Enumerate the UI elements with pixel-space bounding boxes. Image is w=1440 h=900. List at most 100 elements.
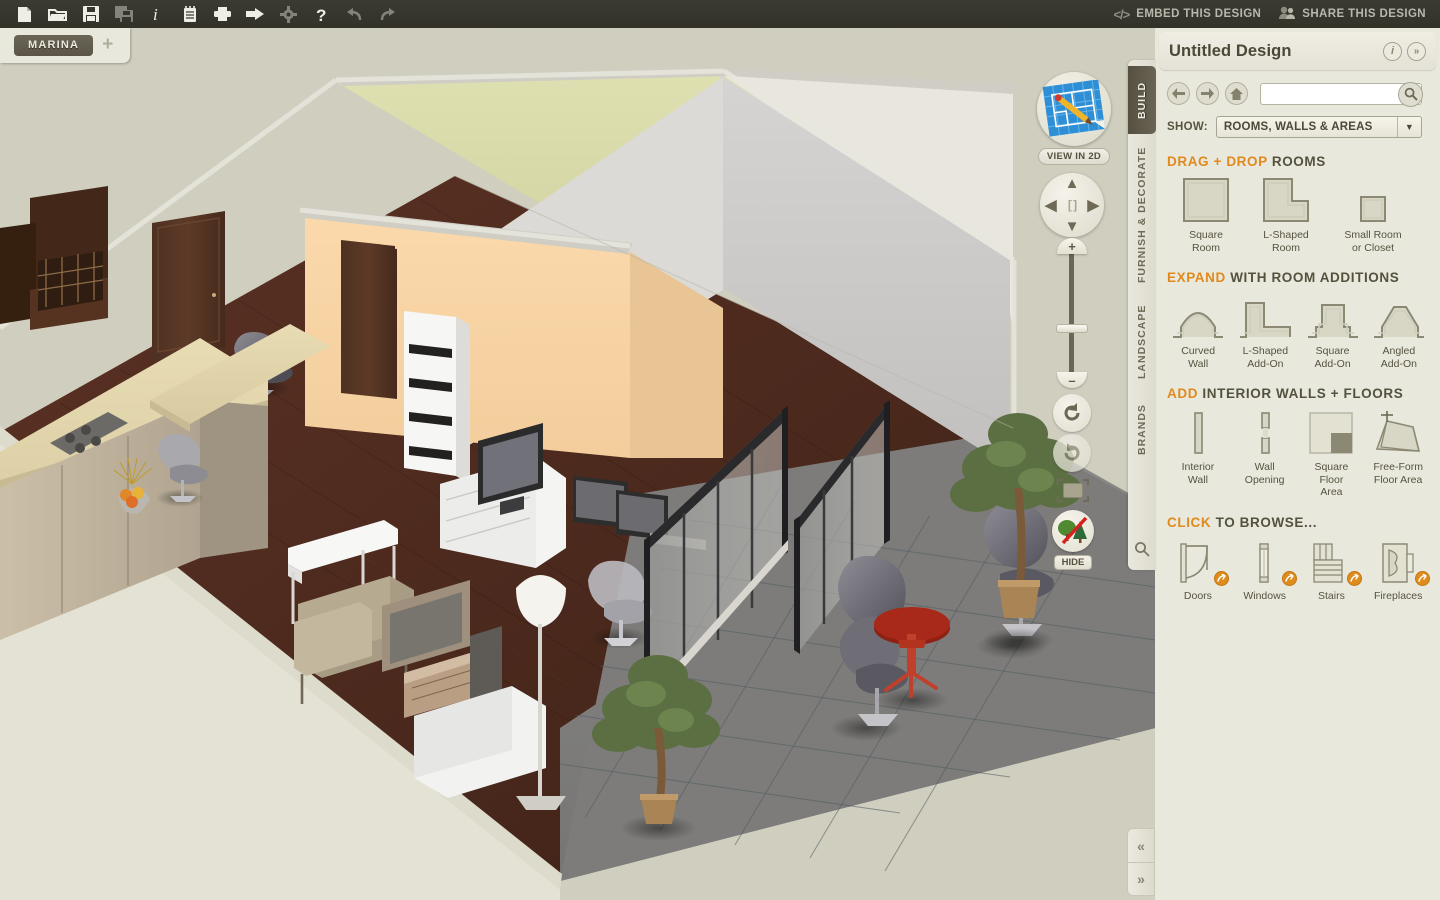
tile-small-room[interactable]: Small Room or Closet: [1337, 177, 1409, 254]
help-icon[interactable]: ?: [305, 1, 338, 27]
section-heading-highlight: EXPAND: [1167, 270, 1231, 285]
tile-label: Square Room: [1189, 229, 1223, 254]
show-select[interactable]: ROOMS, WALLS & AREAS ▼: [1215, 116, 1422, 138]
wall-opening-icon: [1235, 409, 1295, 455]
collapse-right-button[interactable]: »: [1127, 862, 1155, 896]
rotate-counterclockwise-icon[interactable]: [1053, 394, 1091, 432]
tile-l-shaped-addon[interactable]: L-Shaped Add-On: [1235, 293, 1295, 370]
isometric-floorplan-scene: [0, 28, 1155, 900]
section-heading-rest: INTERIOR WALLS + FLOORS: [1202, 386, 1404, 401]
section-drag-drop-rooms: DRAG + DROP ROOMS Square Room L-Shaped R…: [1155, 154, 1440, 254]
tile-windows[interactable]: Windows: [1235, 538, 1297, 603]
tile-interior-wall[interactable]: Interior Wall: [1169, 409, 1227, 499]
tile-curved-wall[interactable]: Curved Wall: [1169, 293, 1227, 370]
collapse-left-button[interactable]: «: [1127, 828, 1155, 862]
tile-label: Doors: [1183, 589, 1212, 602]
rail-tab-build[interactable]: BUILD: [1128, 66, 1156, 134]
doors-icon: [1169, 538, 1229, 586]
redo-icon[interactable]: [371, 1, 404, 27]
zoom-slider-track[interactable]: [1069, 250, 1074, 378]
nav-home-icon[interactable]: [1225, 82, 1248, 105]
open-folder-icon[interactable]: [41, 1, 74, 27]
snapshot-frame-icon[interactable]: [1056, 478, 1090, 504]
share-people-icon: [1279, 6, 1296, 22]
square-floor-area-icon: [1303, 409, 1361, 455]
new-file-icon[interactable]: [8, 1, 41, 27]
view-in-2d-control[interactable]: VIEW IN 2D: [1035, 72, 1113, 165]
section-room-additions: EXPAND WITH ROOM ADDITIONS Curved Wall L…: [1155, 270, 1440, 370]
rail-tab-landscape[interactable]: LANDSCAPE: [1128, 296, 1156, 388]
zoom-out-button[interactable]: –: [1057, 372, 1087, 388]
section-click-to-browse: CLICK TO BROWSE... Doors Windows Stairs …: [1155, 515, 1440, 603]
design-info-icon[interactable]: i: [1383, 41, 1402, 61]
panel-collapse-icon[interactable]: »: [1407, 41, 1426, 61]
notes-icon[interactable]: [173, 1, 206, 27]
hide-trees-icon[interactable]: [1052, 510, 1094, 552]
top-toolbar: i ? </> EMBED THIS DESIGN SHARE THIS DES…: [0, 0, 1440, 28]
tile-wall-opening[interactable]: Wall Opening: [1235, 409, 1295, 499]
tile-fireplaces[interactable]: Fireplaces: [1368, 538, 1430, 603]
windows-icon: [1235, 538, 1297, 586]
undo-icon[interactable]: [338, 1, 371, 27]
project-tab-strip: MARINA +: [0, 28, 130, 63]
view-in-2d-label[interactable]: VIEW IN 2D: [1037, 148, 1111, 165]
export-icon[interactable]: [239, 1, 272, 27]
embed-design-button[interactable]: </> EMBED THIS DESIGN: [1113, 7, 1261, 22]
nav-back-icon[interactable]: [1167, 82, 1190, 105]
tile-label: Small Room or Closet: [1344, 229, 1402, 254]
search-icon[interactable]: [1398, 81, 1423, 107]
show-label: SHOW:: [1167, 121, 1208, 133]
hide-label[interactable]: HIDE: [1053, 555, 1093, 570]
tile-free-form-floor-area[interactable]: Free-Form Floor Area: [1368, 409, 1428, 499]
tile-label: Square Add-On: [1314, 345, 1351, 370]
zoom-in-button[interactable]: +: [1057, 238, 1087, 254]
l-shaped-room-icon: [1257, 177, 1315, 223]
save-as-icon[interactable]: [107, 1, 140, 27]
chevron-down-icon[interactable]: ▼: [1396, 117, 1421, 137]
settings-gear-icon[interactable]: [272, 1, 305, 27]
add-project-tab-button[interactable]: +: [99, 35, 116, 56]
pan-center-reset[interactable]: [ ]: [1068, 198, 1077, 212]
tile-angled-addon[interactable]: Angled Add-On: [1370, 293, 1428, 370]
section-heading-highlight: ADD: [1167, 386, 1203, 401]
section-heading-rest: TO BROWSE...: [1215, 514, 1318, 530]
section-heading: ADD INTERIOR WALLS + FLOORS: [1167, 386, 1428, 401]
project-tab-marina[interactable]: MARINA: [14, 35, 94, 56]
fireplaces-icon: [1368, 538, 1430, 586]
print-icon[interactable]: [206, 1, 239, 27]
section-interior-walls-floors: ADD INTERIOR WALLS + FLOORS Interior Wal…: [1155, 386, 1440, 499]
rail-tab-brands[interactable]: BRANDS: [1128, 394, 1156, 466]
tile-l-shaped-room[interactable]: L-Shaped Room: [1257, 177, 1315, 254]
zoom-slider-handle[interactable]: [1056, 324, 1088, 333]
nav-forward-icon[interactable]: [1196, 82, 1219, 105]
pan-right-arrow[interactable]: ▶: [1087, 196, 1099, 214]
square-room-icon: [1177, 177, 1235, 223]
pan-up-arrow[interactable]: ▲: [1065, 175, 1080, 192]
pan-left-arrow[interactable]: ◀: [1045, 196, 1057, 214]
category-rail: BUILD FURNISH & DECORATE LANDSCAPE BRAND…: [1128, 60, 1156, 570]
blueprint-icon[interactable]: [1037, 72, 1111, 146]
share-design-button[interactable]: SHARE THIS DESIGN: [1279, 6, 1426, 22]
save-icon[interactable]: [74, 1, 107, 27]
pan-dpad-control[interactable]: ▲ ▼ ◀ ▶ [ ]: [1040, 173, 1104, 237]
rail-search-icon[interactable]: [1134, 541, 1150, 562]
tile-square-addon[interactable]: Square Add-On: [1303, 293, 1361, 370]
section-heading-highlight: CLICK: [1167, 514, 1216, 530]
tile-square-floor-area[interactable]: Square Floor Area: [1303, 409, 1361, 499]
info-icon[interactable]: i: [140, 1, 173, 27]
zoom-slider-control[interactable]: + –: [1053, 238, 1091, 388]
tile-label: L-Shaped Add-On: [1242, 345, 1289, 370]
design-viewport-3d[interactable]: VIEW IN 2D ▲ ▼ ◀ ▶ [ ] + – HIDE: [0, 28, 1155, 900]
panel-search-box[interactable]: [1260, 81, 1423, 107]
tile-stairs[interactable]: Stairs: [1303, 538, 1363, 603]
search-input[interactable]: [1261, 83, 1395, 104]
pan-down-arrow[interactable]: ▼: [1065, 218, 1080, 235]
hide-landscape-control[interactable]: HIDE: [1050, 510, 1096, 570]
square-addon-icon: [1303, 293, 1361, 339]
toolbar-right-actions: </> EMBED THIS DESIGN SHARE THIS DESIGN: [1113, 6, 1440, 22]
rail-tab-furnish-decorate[interactable]: FURNISH & DECORATE: [1128, 140, 1156, 290]
tile-doors[interactable]: Doors: [1169, 538, 1229, 603]
rotate-clockwise-icon[interactable]: [1053, 434, 1091, 472]
tile-square-room[interactable]: Square Room: [1177, 177, 1235, 254]
section-heading-highlight: DRAG + DROP: [1167, 154, 1272, 169]
